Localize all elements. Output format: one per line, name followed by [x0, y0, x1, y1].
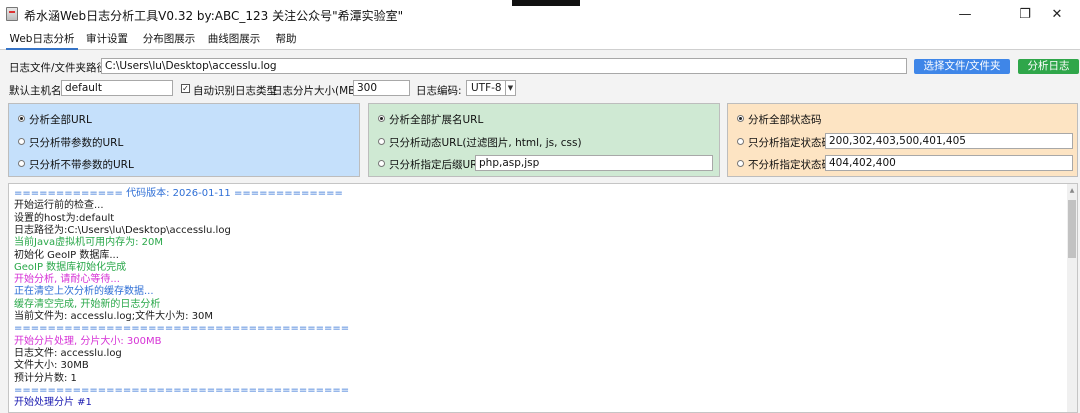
log-line: 当前Java虚拟机可用内存为: 20M — [14, 237, 164, 249]
option-all-status: 分析全部状态码 — [748, 114, 822, 126]
radio-all-url[interactable] — [18, 115, 25, 122]
option-include-status: 只分析指定状态码 — [748, 137, 832, 149]
radio-exclude-status[interactable] — [737, 160, 744, 167]
title-bar: 希水涵Web日志分析工具V0.32 by:ABC_123 关注公众号"希潭实验室… — [0, 0, 1080, 28]
encoding-select[interactable]: UTF-8 ▼ — [466, 80, 516, 96]
log-line: 设置的host为:default — [14, 212, 115, 224]
minimize-icon: — — [958, 6, 972, 22]
tab-web-log-analysis[interactable]: Web日志分析 — [6, 28, 78, 50]
host-label: 默认主机名: — [9, 85, 66, 97]
slice-size-label: 日志分片大小(MB): — [272, 85, 363, 97]
log-line: 日志路径为:C:\Users\lu\Desktop\accesslu.log — [14, 224, 231, 236]
radio-dynamic-url[interactable] — [378, 138, 385, 145]
radio-include-status[interactable] — [737, 138, 744, 145]
log-line: 开始运行前的检查... — [14, 200, 104, 212]
log-output[interactable]: ▲ ============= 代码版本: 2026-01-11 =======… — [8, 183, 1078, 413]
auto-detect-label: 自动识别日志类型 — [193, 85, 277, 97]
log-line: 日志文件: accesslu.log — [14, 347, 122, 359]
suffix-input[interactable]: php,asp,jsp — [475, 155, 713, 171]
log-line: GeoIP 数据库初始化完成 — [14, 261, 127, 273]
minimize-button[interactable]: — — [942, 0, 988, 28]
maximize-icon: ❐ — [1019, 6, 1031, 22]
analyze-log-button[interactable]: 分析日志 — [1018, 59, 1079, 74]
log-line: 正在清空上次分析的缓存数据... — [14, 286, 154, 298]
tab-help[interactable]: 帮助 — [271, 28, 301, 50]
log-line: ======================================== — [14, 384, 350, 396]
choose-file-button[interactable]: 选择文件/文件夹 — [914, 59, 1010, 74]
path-input[interactable]: C:\Users\lu\Desktop\accesslu.log — [101, 58, 907, 74]
log-line: 开始处理分片 #1 — [14, 397, 92, 409]
redacted-block — [512, 0, 580, 6]
exclude-status-input[interactable]: 404,402,400 — [825, 155, 1073, 171]
encoding-value: UTF-8 — [471, 82, 502, 94]
host-input[interactable]: default — [61, 80, 173, 96]
log-line: 当前文件为: accesslu.log;文件大小为: 30M — [14, 311, 214, 322]
close-icon: ✕ — [1051, 6, 1063, 22]
option-param-url: 只分析带参数的URL — [29, 137, 124, 149]
close-button[interactable]: ✕ — [1034, 0, 1080, 28]
scroll-thumb[interactable] — [1068, 200, 1076, 258]
include-status-input[interactable]: 200,302,403,500,401,405 — [825, 133, 1073, 149]
radio-no-param-url[interactable] — [18, 160, 25, 167]
option-all-url: 分析全部URL — [29, 114, 92, 126]
option-exclude-status: 不分析指定状态码 — [748, 159, 832, 171]
log-line: 文件大小: 30MB — [14, 360, 89, 372]
app-icon — [6, 7, 18, 21]
log-line: ============= 代码版本: 2026-01-11 =========… — [14, 188, 343, 199]
log-line: 开始分片处理, 分片大小: 300MB — [14, 335, 162, 347]
radio-suffix-url[interactable] — [378, 160, 385, 167]
path-label: 日志文件/文件夹路径: — [9, 62, 111, 74]
log-scrollbar[interactable]: ▲ — [1067, 184, 1077, 412]
encoding-label: 日志编码: — [416, 85, 462, 97]
menu-bar: Web日志分析 审计设置 分布图展示 曲线图展示 帮助 — [0, 28, 1080, 50]
check-icon: ✓ — [182, 84, 189, 93]
log-line: ======================================== — [14, 323, 350, 335]
log-line: 初始化 GeoIP 数据库... — [14, 249, 119, 261]
log-line: 缓存清空完成, 开始新的日志分析 — [14, 298, 161, 310]
option-all-ext: 分析全部扩展名URL — [389, 114, 484, 126]
log-line: 开始分析, 请耐心等待... — [14, 274, 120, 286]
radio-all-status[interactable] — [737, 115, 744, 122]
status-filter-panel: 分析全部状态码 只分析指定状态码 200,302,403,500,401,405… — [727, 103, 1078, 177]
scroll-up-icon[interactable]: ▲ — [1068, 187, 1076, 195]
radio-all-ext[interactable] — [378, 115, 385, 122]
extension-filter-panel: 分析全部扩展名URL 只分析动态URL(过滤图片, html, js, css)… — [368, 103, 720, 177]
url-filter-panel: 分析全部URL 只分析带参数的URL 只分析不带参数的URL — [8, 103, 360, 177]
log-line: 预计分片数: 1 — [14, 372, 77, 384]
radio-param-url[interactable] — [18, 138, 25, 145]
auto-detect-checkbox[interactable]: ✓ — [181, 84, 190, 93]
tab-distribution-chart[interactable]: 分布图展示 — [140, 28, 198, 50]
option-dynamic-url: 只分析动态URL(过滤图片, html, js, css) — [389, 137, 582, 149]
slice-size-input[interactable]: 300 — [353, 80, 410, 96]
option-no-param-url: 只分析不带参数的URL — [29, 159, 134, 171]
tab-audit-settings[interactable]: 审计设置 — [82, 28, 132, 50]
chevron-down-icon: ▼ — [505, 81, 515, 95]
tab-curve-chart[interactable]: 曲线图展示 — [205, 28, 263, 50]
window-title: 希水涵Web日志分析工具V0.32 by:ABC_123 关注公众号"希潭实验室… — [24, 9, 404, 23]
option-suffix-url: 只分析指定后缀URL — [389, 159, 484, 171]
